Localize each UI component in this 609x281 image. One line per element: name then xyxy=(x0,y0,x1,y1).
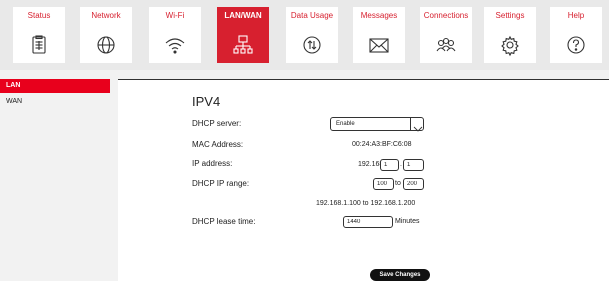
nav-messages[interactable]: Messages xyxy=(353,7,405,63)
ip-octet4-input[interactable] xyxy=(403,159,424,171)
nav-network[interactable]: Network xyxy=(80,7,132,63)
ip-octet3-input[interactable] xyxy=(380,159,399,171)
nav-messages-label: Messages xyxy=(360,11,398,20)
ip-separator: . xyxy=(400,161,402,168)
nav-status-label: Status xyxy=(27,11,51,20)
page-title: IPV4 xyxy=(192,94,221,109)
dhcp-range-summary: 192.168.1.100 to 192.168.1.200 xyxy=(316,200,416,207)
nav-status[interactable]: Status xyxy=(13,7,65,63)
globe-icon xyxy=(94,33,118,57)
dhcp-range-start-input[interactable] xyxy=(373,178,394,190)
gear-icon xyxy=(498,33,522,57)
main-panel: IPV4 DHCP server: Enable MAC Address: 00… xyxy=(118,79,609,281)
nav-data-usage[interactable]: Data Usage xyxy=(286,7,338,63)
nav-connections-label: Connections xyxy=(423,11,469,20)
select-divider xyxy=(410,118,411,130)
nav-settings-label: Settings xyxy=(495,11,525,20)
sidebar-item-lan[interactable]: LAN xyxy=(0,79,110,93)
dhcp-range-to: to xyxy=(395,180,401,187)
dhcp-lease-label: DHCP lease time: xyxy=(192,217,256,226)
question-icon xyxy=(564,33,588,57)
dhcp-range-end-input[interactable] xyxy=(403,178,424,190)
dhcp-lease-unit: Minutes xyxy=(395,218,420,225)
users-icon xyxy=(434,33,458,57)
ip-address-label: IP address: xyxy=(192,159,233,168)
nav-help-label: Help xyxy=(567,11,585,20)
chevron-down-icon xyxy=(412,120,424,132)
dhcp-server-value: Enable xyxy=(336,121,355,127)
wifi-icon xyxy=(163,33,187,57)
sidebar: LAN WAN xyxy=(0,78,110,281)
envelope-icon xyxy=(367,33,391,57)
nav-wifi-label: Wi-Fi xyxy=(165,11,185,20)
mac-address-value: 00:24:A3:BF:C6:08 xyxy=(352,141,412,148)
save-changes-button[interactable]: Save Changes xyxy=(370,269,430,281)
network-tree-icon xyxy=(231,33,255,57)
mac-address-label: MAC Address: xyxy=(192,140,244,149)
dhcp-range-label: DHCP IP range: xyxy=(192,179,250,188)
nav-data-usage-label: Data Usage xyxy=(290,11,334,20)
nav-help[interactable]: Help xyxy=(550,7,602,63)
nav-connections[interactable]: Connections xyxy=(420,7,472,63)
sidebar-item-wan[interactable]: WAN xyxy=(0,95,110,109)
dhcp-server-label: DHCP server: xyxy=(192,119,242,128)
nav-lan-wan-label: LAN/WAN xyxy=(224,11,262,20)
nav-network-label: Network xyxy=(91,11,121,20)
nav-wifi[interactable]: Wi-Fi xyxy=(149,7,201,63)
dhcp-server-select[interactable]: Enable xyxy=(330,117,424,132)
dhcp-lease-input[interactable] xyxy=(343,216,393,228)
nav-lan-wan[interactable]: LAN/WAN xyxy=(217,7,269,63)
nav-settings[interactable]: Settings xyxy=(484,7,536,63)
top-navigation: Status Network Wi-Fi LAN/WAN Data Usage … xyxy=(0,0,609,70)
data-usage-icon xyxy=(300,33,324,57)
clipboard-icon xyxy=(27,33,51,57)
